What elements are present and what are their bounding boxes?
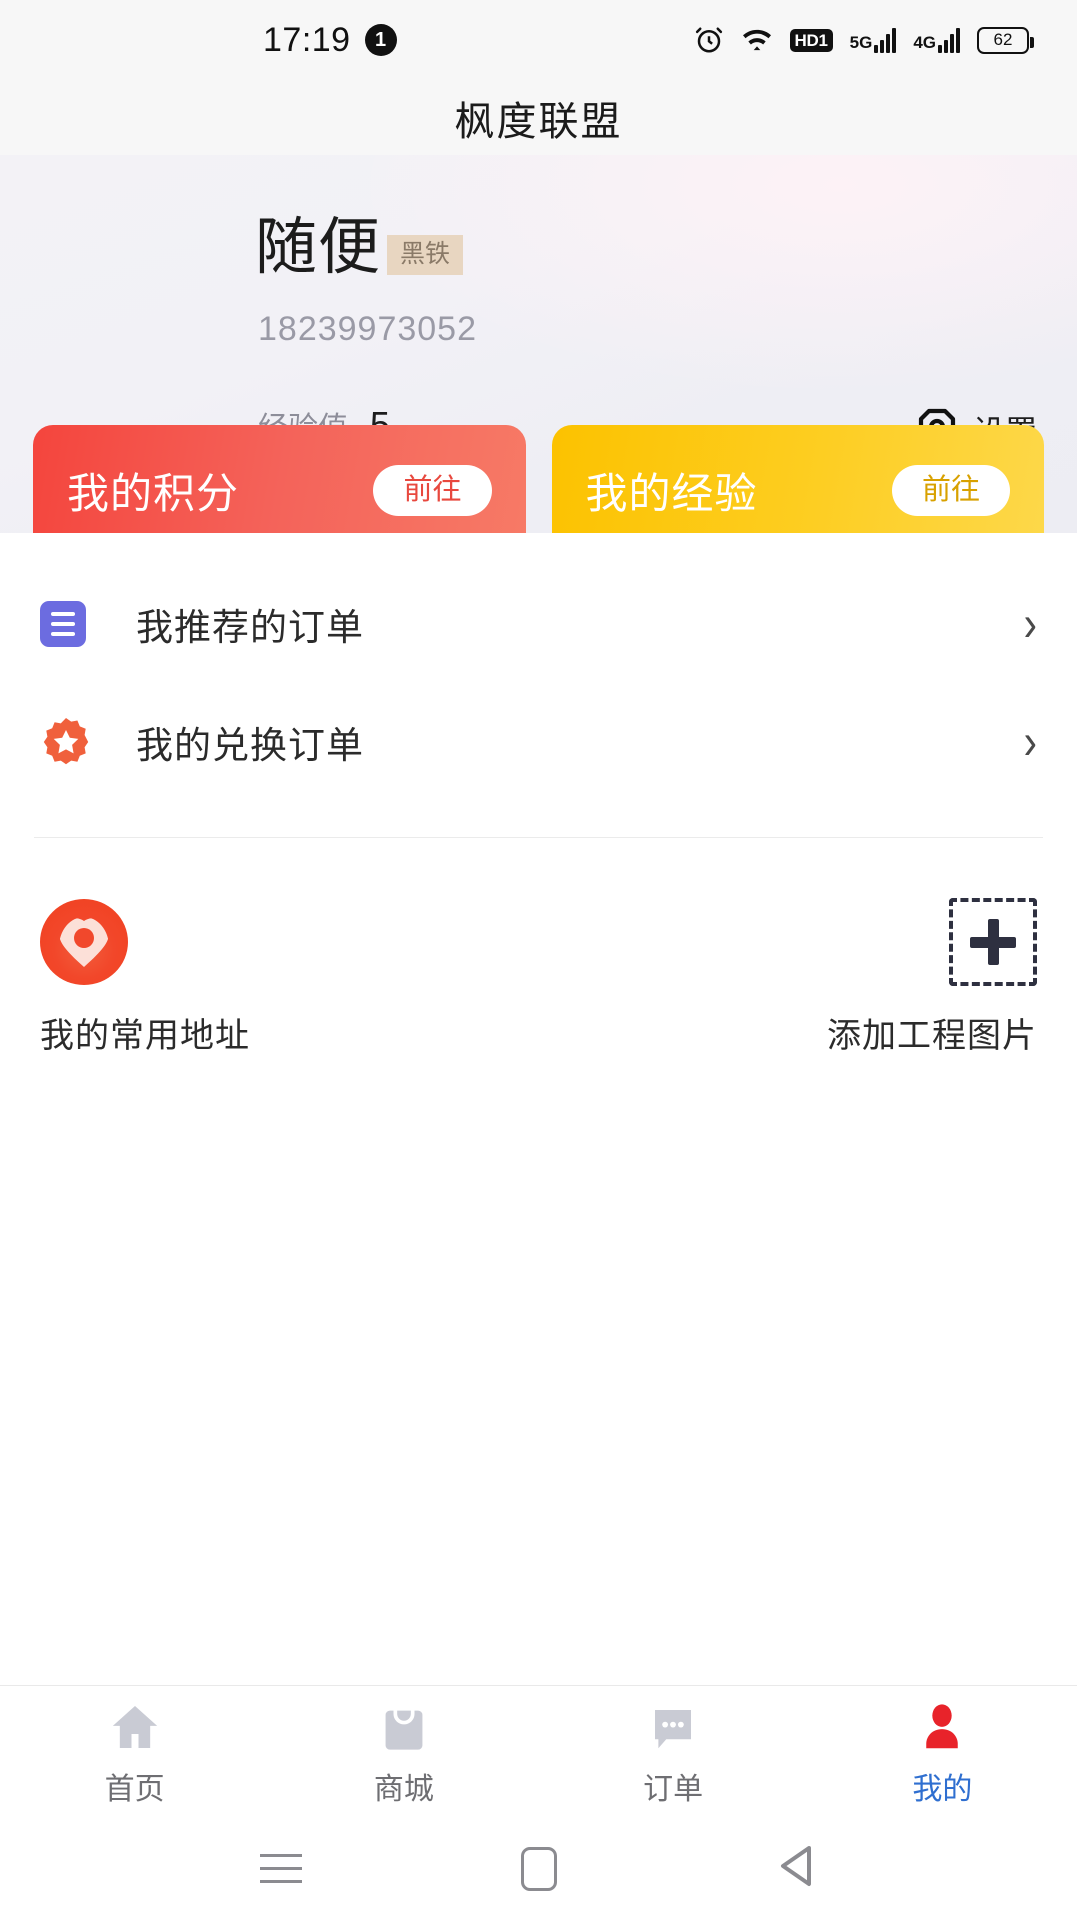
status-bar-right: HD1 5G 4G 62 bbox=[694, 25, 1034, 55]
signal-bars-5g bbox=[874, 27, 897, 53]
chat-bubble-icon bbox=[646, 1699, 700, 1755]
home-square-icon bbox=[521, 1846, 558, 1891]
shortcut-my-address[interactable]: 我的常用地址 bbox=[40, 896, 539, 1057]
back-triangle-icon bbox=[777, 1844, 817, 1893]
menu-list: 我推荐的订单 › 我的兑换订单 › bbox=[0, 533, 1077, 801]
home-icon bbox=[107, 1699, 163, 1755]
app-screen: 17:19 1 HD1 5G 4G 62 枫度联盟 随便 黑铁 18239973… bbox=[0, 0, 1077, 1917]
promo-card-go-button[interactable]: 前往 bbox=[373, 464, 492, 516]
shortcut-add-project-image[interactable]: 添加工程图片 bbox=[539, 896, 1037, 1057]
status-bar-left: 17:19 1 bbox=[263, 21, 397, 60]
status-time: 17:19 bbox=[263, 20, 351, 59]
chevron-right-icon: › bbox=[1023, 596, 1037, 652]
wifi-icon bbox=[741, 26, 773, 54]
signal-4g-icon: 4G bbox=[913, 27, 960, 53]
back-button[interactable] bbox=[777, 1844, 817, 1893]
status-bar: 17:19 1 HD1 5G 4G 62 bbox=[0, 0, 1077, 80]
notification-count-badge: 1 bbox=[364, 24, 397, 56]
username-row: 随便 黑铁 bbox=[255, 213, 464, 282]
promo-card-go-label: 前往 bbox=[921, 473, 980, 506]
alarm-clock-icon bbox=[694, 25, 724, 55]
shopping-bag-icon bbox=[378, 1699, 430, 1755]
burst-icon bbox=[40, 716, 92, 768]
hd-voice-icon: HD1 bbox=[789, 28, 833, 52]
shortcut-label: 我的常用地址 bbox=[40, 1017, 250, 1055]
location-pin-icon bbox=[40, 896, 128, 988]
signal-5g-label: 5G bbox=[849, 33, 873, 52]
username: 随便 bbox=[255, 213, 382, 282]
content-sheet: 我推荐的订单 › 我的兑换订单 › 我的常用地址 添加工程图片 bbox=[0, 533, 1077, 1685]
tab-mine[interactable]: 我的 bbox=[808, 1699, 1077, 1808]
tab-orders[interactable]: 订单 bbox=[539, 1699, 808, 1808]
recents-button[interactable] bbox=[259, 1854, 302, 1883]
tab-mall[interactable]: 商城 bbox=[269, 1699, 538, 1808]
menu-item-label: 我的兑换订单 bbox=[136, 725, 364, 766]
tab-label: 商城 bbox=[373, 1772, 434, 1806]
add-photo-icon bbox=[949, 896, 1037, 988]
tab-label: 首页 bbox=[104, 1772, 165, 1806]
list-icon bbox=[40, 598, 92, 650]
page-title: 枫度联盟 bbox=[454, 99, 623, 144]
shortcut-grid: 我的常用地址 添加工程图片 bbox=[0, 838, 1077, 1057]
person-icon bbox=[915, 1699, 969, 1755]
menu-item-recommended-orders[interactable]: 我推荐的订单 › bbox=[0, 565, 1077, 683]
android-nav-bar bbox=[0, 1820, 1077, 1917]
signal-4g-label: 4G bbox=[913, 33, 936, 52]
menu-lines-icon bbox=[259, 1854, 302, 1883]
menu-item-label: 我推荐的订单 bbox=[136, 607, 364, 648]
tab-label: 我的 bbox=[912, 1772, 973, 1806]
promo-card-points[interactable]: 我的积分 前往 bbox=[33, 425, 526, 533]
battery-level-label: 62 bbox=[993, 30, 1013, 49]
bottom-tab-bar: 首页 商城 订单 我的 bbox=[0, 1685, 1077, 1820]
promo-card-title: 我的积分 bbox=[67, 469, 240, 517]
tab-label: 订单 bbox=[643, 1772, 704, 1806]
battery-icon: 62 bbox=[977, 26, 1034, 54]
app-header: 枫度联盟 bbox=[0, 80, 1077, 155]
phone-number: 18239973052 bbox=[258, 310, 478, 348]
chevron-right-icon: › bbox=[1023, 714, 1037, 770]
promo-card-go-button[interactable]: 前往 bbox=[891, 464, 1010, 516]
promo-card-go-label: 前往 bbox=[403, 473, 462, 506]
promo-card-experience[interactable]: 我的经验 前往 bbox=[551, 425, 1044, 533]
tier-badge: 黑铁 bbox=[387, 235, 464, 275]
home-button[interactable] bbox=[521, 1846, 558, 1891]
shortcut-label: 添加工程图片 bbox=[827, 1017, 1037, 1055]
signal-5g-icon: 5G bbox=[850, 27, 897, 53]
promo-card-title: 我的经验 bbox=[585, 469, 758, 517]
tab-home[interactable]: 首页 bbox=[0, 1699, 269, 1808]
signal-bars-4g bbox=[938, 27, 960, 53]
promo-cards: 我的积分 前往 我的经验 前往 bbox=[0, 425, 1077, 533]
menu-item-exchange-orders[interactable]: 我的兑换订单 › bbox=[0, 683, 1077, 801]
